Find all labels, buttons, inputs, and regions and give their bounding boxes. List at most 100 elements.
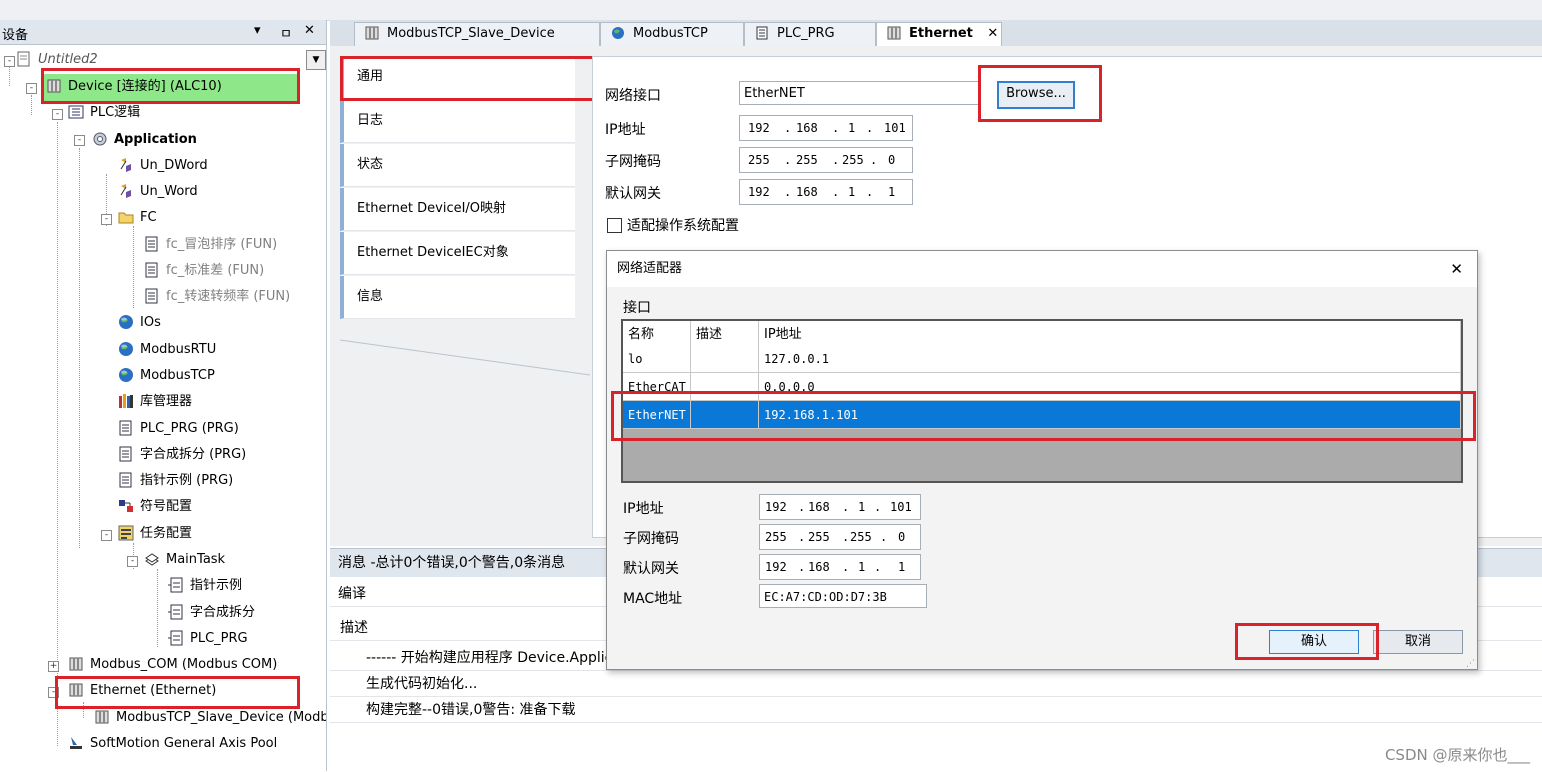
expand-icon[interactable]: + <box>48 661 59 672</box>
nav-log[interactable]: 日志 <box>340 100 575 143</box>
nav-io-mapping[interactable]: Ethernet DeviceI/O映射 <box>340 188 575 231</box>
tab-ethernet[interactable]: Ethernet ✕ <box>876 22 1002 47</box>
tree-dropdown-icon[interactable]: ▼ <box>306 50 326 70</box>
globe-icon <box>118 341 134 357</box>
tree-item-fc-std-dev[interactable]: fc_标准差 (FUN) <box>144 259 264 283</box>
editor-tab-bar: ModbusTCP_Slave_Device ModbusTCP PLC_PRG… <box>330 20 1542 47</box>
highlight-ethernet-adapter <box>611 391 1476 441</box>
adapter-name-cell[interactable]: lo <box>623 345 691 373</box>
dialog-mac-field: EC:A7:CD:OD:D7:3B <box>759 584 927 608</box>
panel-menu-icon[interactable]: ▾ <box>254 23 261 38</box>
tree-item-pointer-example[interactable]: 指针示例 (PRG) <box>118 469 233 493</box>
adapt-os-checkbox[interactable] <box>607 218 622 233</box>
cancel-button[interactable]: 取消 <box>1373 630 1463 654</box>
highlight-browse <box>978 65 1102 122</box>
tree-item-application[interactable]: Application <box>92 128 197 152</box>
adapter-desc-cell[interactable] <box>691 345 759 373</box>
tree-item-modbustcp[interactable]: ModbusTCP <box>118 364 215 388</box>
tree-item-task-pointer-example[interactable]: 指针示例 <box>168 574 242 598</box>
program-icon <box>118 472 134 488</box>
tree-item-fc-folder[interactable]: FC <box>118 206 157 230</box>
dialog-gateway-label: 默认网关 <box>623 561 679 577</box>
collapse-icon[interactable]: - <box>101 530 112 541</box>
tab-plc-prg[interactable]: PLC_PRG <box>744 22 876 46</box>
close-panel-icon[interactable]: ✕ <box>304 23 315 38</box>
folder-icon <box>118 209 134 225</box>
task-config-icon <box>118 525 134 541</box>
collapse-icon[interactable]: - <box>52 109 63 120</box>
network-adapter-dialog: 网络适配器 ✕ 接口 名称 描述 IP地址 lo 127.0.0.1 Ether… <box>606 250 1478 670</box>
tree-item-task-plc-prg[interactable]: PLC_PRG <box>168 627 248 651</box>
gateway-field[interactable]: 192. 168. 1. 1 <box>739 179 913 205</box>
tree-item-fc-speed-freq[interactable]: fc_转速转频率 (FUN) <box>144 285 290 309</box>
tree-item-library-manager[interactable]: 库管理器 <box>118 390 192 414</box>
collapse-icon[interactable]: - <box>127 556 138 567</box>
nav-status[interactable]: 状态 <box>340 144 575 187</box>
resize-grip-icon[interactable]: ⋰ <box>1466 659 1475 669</box>
tree-item-un-dword[interactable]: Un_DWord <box>118 154 208 178</box>
interface-field[interactable]: EtherNET <box>739 81 979 105</box>
tree-item-word-split[interactable]: 字合成拆分 (PRG) <box>118 443 246 467</box>
project-icon <box>16 51 32 67</box>
device-tree-panel: 设备 ▾ ㅁ ✕ ▼ Untitled2 - Device [连接的] (ALC… <box>0 20 327 771</box>
tree-item-maintask[interactable]: MainTask <box>144 548 225 572</box>
function-icon <box>144 236 160 252</box>
tree-item-plc-prg[interactable]: PLC_PRG (PRG) <box>118 417 239 441</box>
tree-item-task-config[interactable]: 任务配置 <box>118 522 192 546</box>
close-tab-icon[interactable]: ✕ <box>987 26 998 41</box>
program-icon <box>118 446 134 462</box>
tree-item-plc-logic[interactable]: PLC逻辑 <box>68 101 140 125</box>
dialog-mac-label: MAC地址 <box>623 591 683 607</box>
tab-modbustcp[interactable]: ModbusTCP <box>600 22 744 46</box>
tree-item-modbus-com[interactable]: Modbus_COM (Modbus COM) <box>68 653 277 677</box>
device-editor-nav: 通用 日志 状态 Ethernet DeviceI/O映射 Ethernet D… <box>340 56 590 536</box>
highlight-ok-button <box>1235 623 1379 660</box>
program-call-icon <box>168 604 184 620</box>
tree-item-ios[interactable]: IOs <box>118 311 161 335</box>
tree-item-task-word-split[interactable]: 字合成拆分 <box>168 601 255 625</box>
tree-item-fc-bubble-sort[interactable]: fc_冒泡排序 (FUN) <box>144 233 277 257</box>
symbol-config-icon <box>118 498 134 514</box>
watermark: CSDN @原来你也___ <box>1384 746 1530 764</box>
tree-item-modbusrtu[interactable]: ModbusRTU <box>118 338 216 362</box>
globe-icon <box>118 314 134 330</box>
axis-pool-icon <box>68 735 84 751</box>
collapse-icon[interactable]: - <box>101 214 112 225</box>
collapse-icon[interactable]: - <box>26 83 37 94</box>
device-panel-title: 设备 <box>2 28 29 43</box>
dialog-title: 网络适配器 <box>617 261 683 276</box>
task-icon <box>144 551 160 567</box>
subnet-mask-field[interactable]: 255. 255. 255. 0 <box>739 147 913 173</box>
tree-item-un-word[interactable]: Un_Word <box>118 180 198 204</box>
tree-item-softmotion-axis-pool[interactable]: SoftMotion General Axis Pool <box>68 732 277 756</box>
dialog-close-icon[interactable]: ✕ <box>1450 251 1463 287</box>
library-icon <box>118 393 134 409</box>
dialog-ip-field: 192. 168. 1. 101 <box>759 494 921 520</box>
adapt-os-label: 适配操作系统配置 <box>627 218 739 234</box>
interface-label: 网络接口 <box>605 88 661 104</box>
data-type-icon <box>118 183 134 199</box>
tree-item-modbustcp-slave[interactable]: ModbusTCP_Slave_Device (Modbus <box>94 706 326 730</box>
function-icon <box>144 288 160 304</box>
ip-address-field[interactable]: 192. 168. 1. 101 <box>739 115 913 141</box>
gear-icon <box>92 131 108 147</box>
function-icon <box>144 262 160 278</box>
dialog-subnet-field: 255. 255. 255. 0 <box>759 524 921 550</box>
adapter-ip-cell[interactable]: 127.0.0.1 <box>759 345 1461 373</box>
data-type-icon <box>118 157 134 173</box>
dialog-subnet-label: 子网掩码 <box>623 531 679 547</box>
program-call-icon <box>168 577 184 593</box>
tab-modbustcp-slave-device[interactable]: ModbusTCP_Slave_Device <box>354 22 600 46</box>
nav-panel-bottom-edge <box>340 320 590 380</box>
nav-iec-objects[interactable]: Ethernet DeviceIEC对象 <box>340 232 575 275</box>
gateway-label: 默认网关 <box>605 186 661 202</box>
nav-information[interactable]: 信息 <box>340 276 575 319</box>
pin-icon[interactable]: ㅁ <box>280 23 292 42</box>
interface-group-label: 接口 <box>623 300 651 316</box>
tree-item-symbol-config[interactable]: 符号配置 <box>118 495 192 519</box>
collapse-icon[interactable]: - <box>74 135 85 146</box>
collapse-icon[interactable]: - <box>4 56 15 67</box>
device-icon <box>365 26 379 40</box>
device-icon <box>68 656 84 672</box>
highlight-general-tab <box>340 56 596 101</box>
